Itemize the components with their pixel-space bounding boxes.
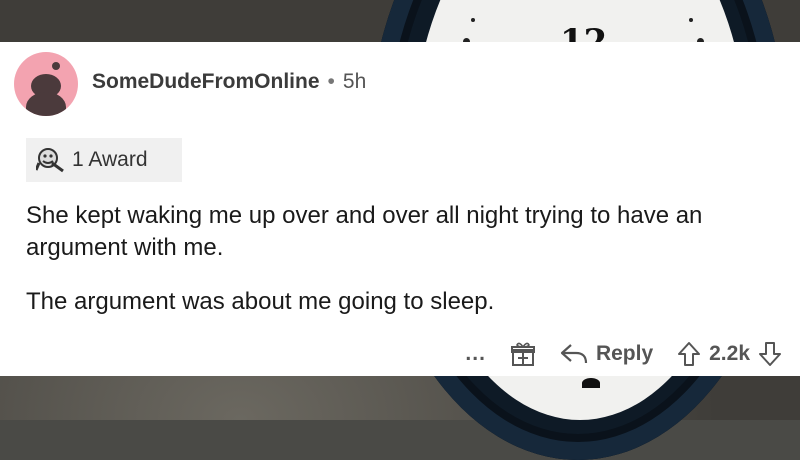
give-award-button[interactable] — [510, 341, 536, 367]
comment-body: She kept waking me up over and over all … — [26, 200, 786, 340]
downvote-arrow-icon[interactable] — [758, 341, 782, 367]
vote-controls: 2.2k — [677, 341, 782, 367]
reply-button[interactable]: Reply — [560, 342, 653, 366]
clock-tick — [689, 17, 694, 22]
clock-numeral-6 — [582, 378, 600, 388]
reply-label: Reply — [595, 342, 654, 365]
reply-arrow-icon — [560, 344, 588, 364]
wholesome-award-icon — [36, 147, 66, 173]
comment-actions: ... Reply 2.2k — [465, 338, 782, 370]
clock-tick — [470, 17, 475, 22]
comment-header: SomeDudeFromOnline • 5h — [92, 70, 366, 94]
award-badge[interactable]: 1 Award — [26, 138, 182, 182]
timestamp[interactable]: 5h — [343, 70, 366, 94]
upvote-arrow-icon[interactable] — [677, 341, 701, 367]
username[interactable]: SomeDudeFromOnline — [92, 70, 320, 94]
comment-paragraph-2: The argument was about me going to sleep… — [26, 288, 495, 315]
comment-card: SomeDudeFromOnline • 5h 1 Award She kept… — [0, 42, 800, 376]
more-options-button[interactable]: ... — [465, 342, 486, 366]
meta-separator: • — [327, 70, 335, 93]
reddit-avatar-icon[interactable] — [14, 52, 78, 116]
vote-score: 2.2k — [709, 342, 750, 365]
gift-icon — [510, 342, 535, 366]
comment-paragraph-1: She kept waking me up over and over all … — [26, 202, 703, 261]
award-label: 1 Award — [72, 148, 148, 171]
